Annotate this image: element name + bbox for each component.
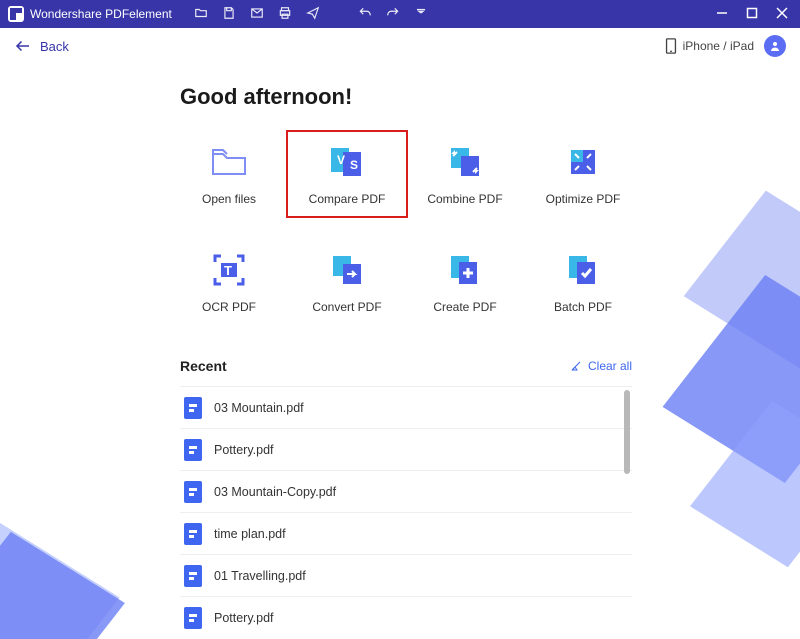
pdf-file-icon	[184, 397, 202, 419]
tile-open-files[interactable]: Open files	[180, 142, 278, 206]
tile-label: OCR PDF	[202, 300, 256, 314]
tile-convert-pdf[interactable]: Convert PDF	[298, 250, 396, 314]
app-title: Wondershare PDFelement	[30, 7, 172, 21]
recent-item[interactable]: 03 Mountain-Copy.pdf	[180, 470, 632, 512]
close-button[interactable]	[776, 7, 788, 22]
title-quick-actions	[194, 6, 428, 23]
tile-compare-pdf[interactable]: VS Compare PDF	[298, 142, 396, 206]
svg-text:S: S	[350, 158, 358, 172]
recent-item[interactable]: time plan.pdf	[180, 512, 632, 554]
minimize-button[interactable]	[716, 7, 728, 22]
home-content: Good afternoon! Open files VS Compare PD…	[0, 64, 800, 639]
sub-toolbar: Back iPhone / iPad	[0, 28, 800, 64]
customize-toolbar-icon[interactable]	[414, 6, 428, 23]
folder-open-icon	[209, 142, 249, 182]
scrollbar-thumb[interactable]	[624, 390, 630, 474]
maximize-button[interactable]	[746, 7, 758, 22]
back-button[interactable]: Back	[14, 37, 69, 55]
batch-icon	[563, 250, 603, 290]
svg-text:V: V	[337, 153, 345, 167]
greeting-heading: Good afternoon!	[180, 84, 632, 110]
compare-icon: VS	[327, 142, 367, 182]
recent-item[interactable]: 01 Travelling.pdf	[180, 554, 632, 596]
convert-icon	[327, 250, 367, 290]
recent-item[interactable]: 03 Mountain.pdf	[180, 386, 632, 428]
mail-icon[interactable]	[250, 6, 264, 23]
recent-file-name: time plan.pdf	[214, 527, 286, 541]
device-label: iPhone / iPad	[683, 39, 754, 53]
tile-label: Compare PDF	[309, 192, 386, 206]
device-link[interactable]: iPhone / iPad	[665, 38, 754, 54]
tile-label: Combine PDF	[427, 192, 502, 206]
tile-combine-pdf[interactable]: Combine PDF	[416, 142, 514, 206]
pdf-file-icon	[184, 481, 202, 503]
recent-list: 03 Mountain.pdf Pottery.pdf 03 Mountain-…	[180, 386, 632, 638]
app-logo-icon	[8, 6, 24, 22]
pdf-file-icon	[184, 523, 202, 545]
clear-all-label: Clear all	[588, 359, 632, 373]
undo-icon[interactable]	[358, 6, 372, 23]
pdf-file-icon	[184, 439, 202, 461]
recent-file-name: Pottery.pdf	[214, 443, 274, 457]
combine-icon	[445, 142, 485, 182]
window-controls	[716, 7, 794, 22]
recent-file-name: 03 Mountain.pdf	[214, 401, 304, 415]
create-icon	[445, 250, 485, 290]
recent-item[interactable]: Pottery.pdf	[180, 428, 632, 470]
recent-header: Recent Clear all	[180, 358, 632, 374]
save-icon[interactable]	[222, 6, 236, 23]
tile-label: Open files	[202, 192, 256, 206]
pdf-file-icon	[184, 565, 202, 587]
tile-ocr-pdf[interactable]: T OCR PDF	[180, 250, 278, 314]
tile-label: Optimize PDF	[546, 192, 621, 206]
optimize-icon	[563, 142, 603, 182]
tile-label: Convert PDF	[312, 300, 381, 314]
pdf-file-icon	[184, 607, 202, 629]
tile-batch-pdf[interactable]: Batch PDF	[534, 250, 632, 314]
user-avatar[interactable]	[764, 35, 786, 57]
tile-optimize-pdf[interactable]: Optimize PDF	[534, 142, 632, 206]
recent-file-name: 03 Mountain-Copy.pdf	[214, 485, 336, 499]
recent-item[interactable]: Pottery.pdf	[180, 596, 632, 638]
recent-heading: Recent	[180, 358, 227, 374]
back-label: Back	[40, 39, 69, 54]
recent-file-name: 01 Travelling.pdf	[214, 569, 306, 583]
tile-label: Batch PDF	[554, 300, 612, 314]
tile-create-pdf[interactable]: Create PDF	[416, 250, 514, 314]
print-icon[interactable]	[278, 6, 292, 23]
title-bar: Wondershare PDFelement	[0, 0, 800, 28]
tile-label: Create PDF	[433, 300, 496, 314]
action-tiles: Open files VS Compare PDF Combine PDF	[180, 142, 632, 314]
recent-file-name: Pottery.pdf	[214, 611, 274, 625]
send-icon[interactable]	[306, 6, 320, 23]
open-folder-icon[interactable]	[194, 6, 208, 23]
decorative-shape	[0, 532, 125, 639]
broom-icon	[570, 360, 582, 372]
svg-text:T: T	[224, 263, 232, 278]
clear-all-button[interactable]: Clear all	[570, 359, 632, 373]
redo-icon[interactable]	[386, 6, 400, 23]
ocr-icon: T	[209, 250, 249, 290]
